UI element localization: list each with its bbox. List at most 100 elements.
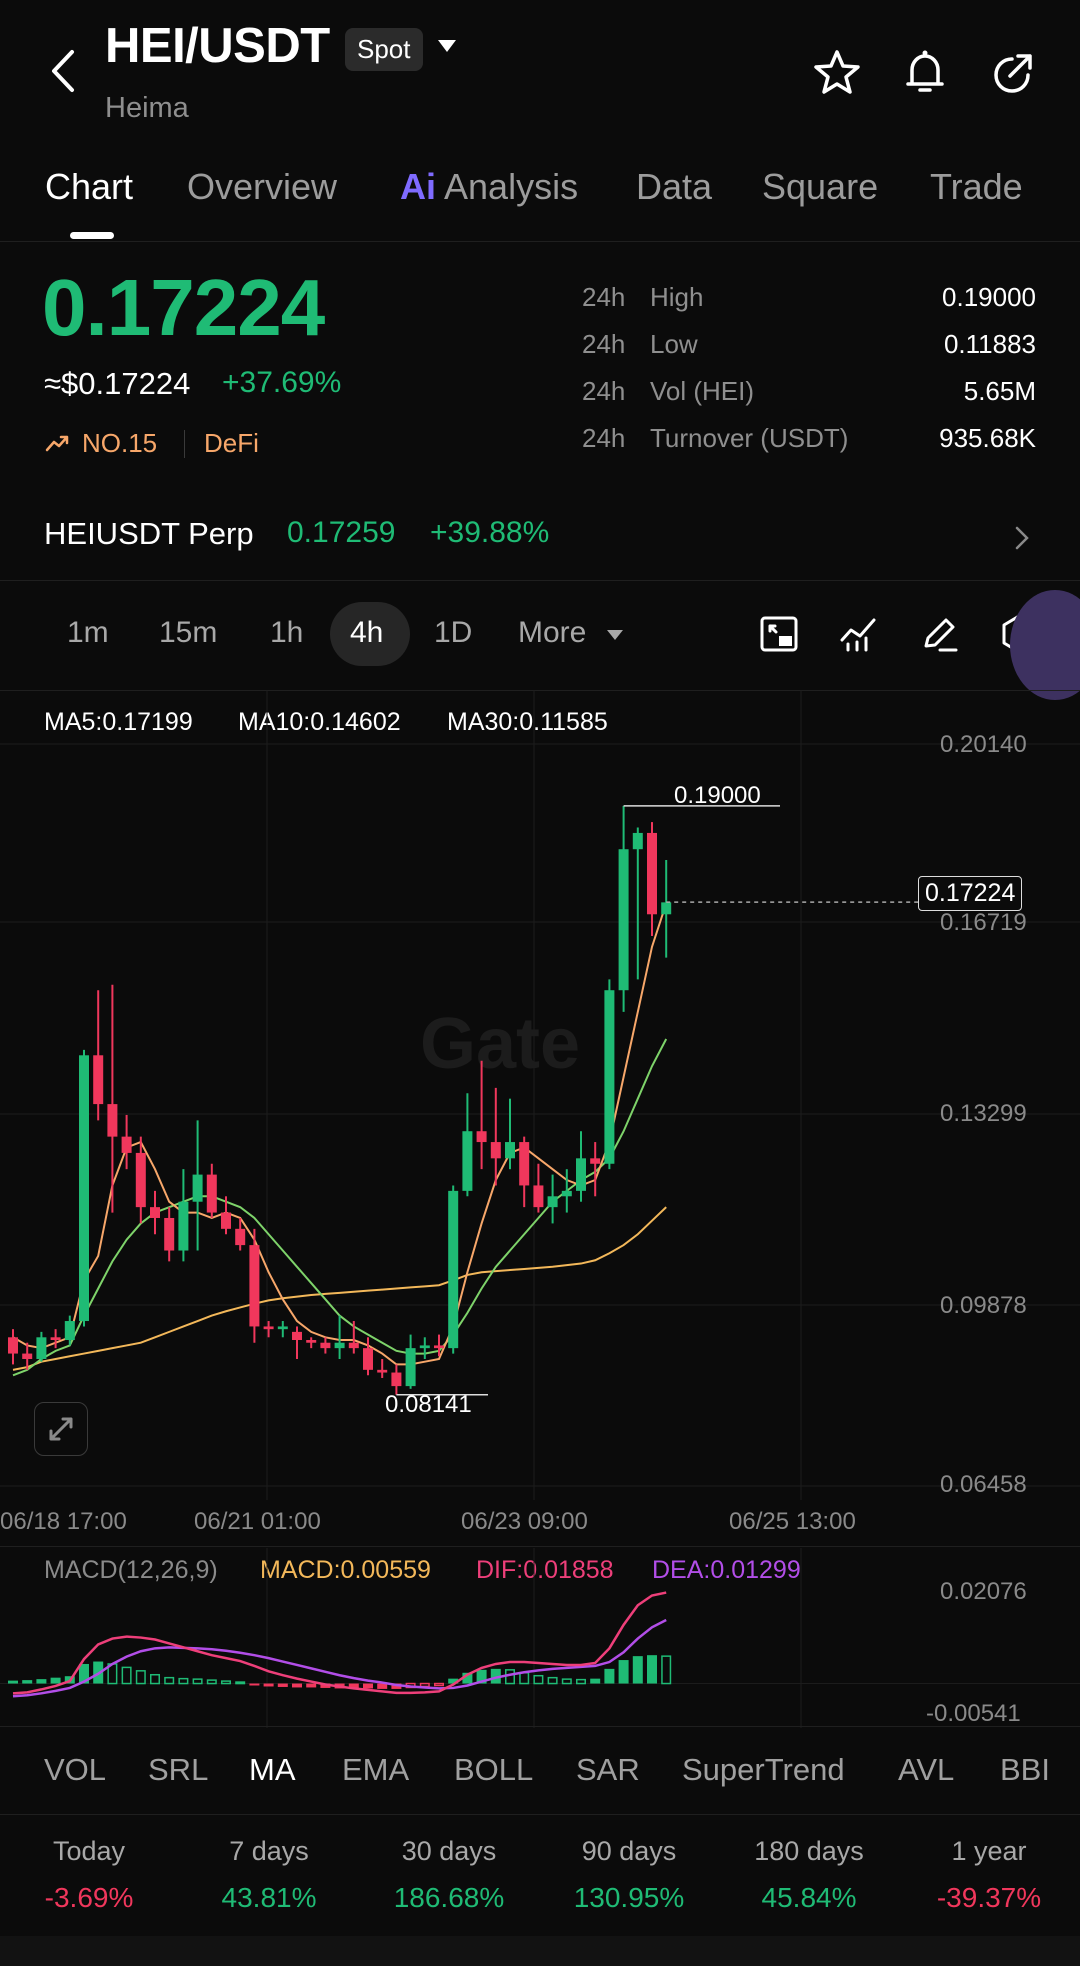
interval-1d[interactable]: 1D [434,616,472,650]
tab-analysis[interactable]: Ai Analysis [400,166,578,208]
interval-more[interactable]: More [518,616,586,650]
candle-body [405,1348,416,1387]
last-price: 0.17224 [42,263,325,352]
candle-body [462,1131,473,1191]
indicator-srl[interactable]: SRL [148,1752,208,1788]
expand-chart-icon[interactable] [34,1402,88,1456]
indicator-boll[interactable]: BOLL [454,1752,533,1788]
interval-4h[interactable]: 4h [350,616,383,650]
active-tab-indicator [70,232,114,239]
macd-bar [22,1680,33,1684]
perf-30d-value: 186.68% [393,1882,505,1913]
candle-body [150,1207,160,1218]
macd-bar [632,1656,643,1684]
candle-body [519,1142,530,1186]
price-axis-label: 0.13299 [940,1100,1027,1127]
bell-icon[interactable] [900,48,950,98]
tab-trade[interactable]: Trade [930,166,1023,208]
divider [0,1814,1080,1815]
current-price-tag: 0.17224 [918,876,1023,911]
macd-bar [249,1683,260,1686]
price-axis-label: 0.20140 [940,731,1027,758]
macd-bar [277,1683,288,1687]
interval-15m[interactable]: 15m [159,616,217,650]
stat-label: Low [650,329,698,359]
candle-body [277,1326,288,1330]
floating-assistant-ball[interactable] [1010,590,1080,700]
indicator-avl[interactable]: AVL [898,1752,954,1788]
indicator-ma[interactable]: MA [249,1752,296,1788]
tab-overview[interactable]: Overview [187,166,337,208]
fullscreen-chart-icon[interactable] [758,612,800,656]
indicator-sar[interactable]: SAR [576,1752,640,1788]
candle-body [561,1190,572,1197]
rank-badge[interactable]: NO.15 [82,428,157,459]
category-tag[interactable]: DeFi [204,428,259,459]
draw-pen-icon[interactable] [918,612,960,656]
candle-body [377,1369,388,1373]
indicator-bbi[interactable]: BBI [1000,1752,1050,1788]
perf-1y-value: -39.37% [936,1882,1042,1913]
divider [184,430,185,458]
tab-bar: Chart Overview Ai Analysis Data Square T… [0,160,1080,240]
candle-body [348,1342,359,1349]
macd-bar [206,1679,217,1685]
candlestick-chart[interactable]: Gate [0,690,1080,1510]
macd-bar [178,1677,189,1685]
caret-down-icon[interactable] [606,628,624,647]
stat-label: Vol (HEI) [650,376,755,406]
indicator-supertrend[interactable]: SuperTrend [682,1752,845,1788]
caret-down-icon[interactable] [436,38,458,54]
macd-bar [533,1674,544,1685]
perf-label: 30 days [401,1836,497,1866]
indicator-icon[interactable] [838,612,880,656]
back-arrow-icon[interactable] [42,46,86,96]
favorite-star-icon[interactable] [812,48,862,98]
candle-body [476,1131,487,1143]
chevron-right-icon[interactable] [1012,524,1032,552]
candle-body [206,1174,217,1213]
candle-body [306,1340,317,1343]
macd-bar [618,1660,629,1684]
candle-body [334,1342,345,1349]
tab-chart[interactable]: Chart [45,166,133,208]
candle-body [647,832,657,915]
macd-bar [263,1683,274,1687]
tab-square[interactable]: Square [762,166,878,208]
candle-body [235,1228,246,1246]
indicator-ema[interactable]: EMA [342,1752,409,1788]
candle-body [419,1345,430,1349]
macd-bar [292,1683,302,1688]
candle-body [36,1337,47,1359]
share-icon[interactable] [988,48,1038,98]
ai-badge: Ai [400,166,436,207]
price-axis-label: 0.16719 [940,909,1027,936]
stat-period: 24h [582,329,626,359]
candle-body [22,1353,33,1359]
perf-today-value: -3.69% [44,1882,134,1913]
macd-bar [590,1678,601,1684]
indicator-vol[interactable]: VOL [44,1752,106,1788]
date-axis-label: 06/18 17:00 [0,1508,127,1535]
trending-icon [44,430,70,461]
candle-body [178,1201,189,1251]
interval-1h[interactable]: 1h [270,616,303,650]
tab-data[interactable]: Data [636,166,712,208]
perf-90d-value: 130.95% [573,1882,685,1913]
macd-bar [363,1683,373,1689]
candle-body [604,990,615,1164]
pair-title: HEI/USDT [105,19,330,73]
perf-7d-value: 43.81% [221,1882,317,1913]
macd-bar [561,1678,572,1685]
high-marker-label: 0.19000 [674,782,761,809]
macd-chart[interactable] [0,1548,1080,1728]
macd-bar [36,1679,47,1684]
stat-volume-value: 5.65M [963,376,1036,406]
price-axis-label: 0.09878 [940,1292,1027,1319]
market-type-badge[interactable]: Spot [345,28,423,71]
stat-period: 24h [582,282,626,312]
candle-body [192,1174,203,1202]
candle-body [135,1152,146,1208]
interval-1m[interactable]: 1m [67,616,109,650]
divider [0,1726,1080,1727]
